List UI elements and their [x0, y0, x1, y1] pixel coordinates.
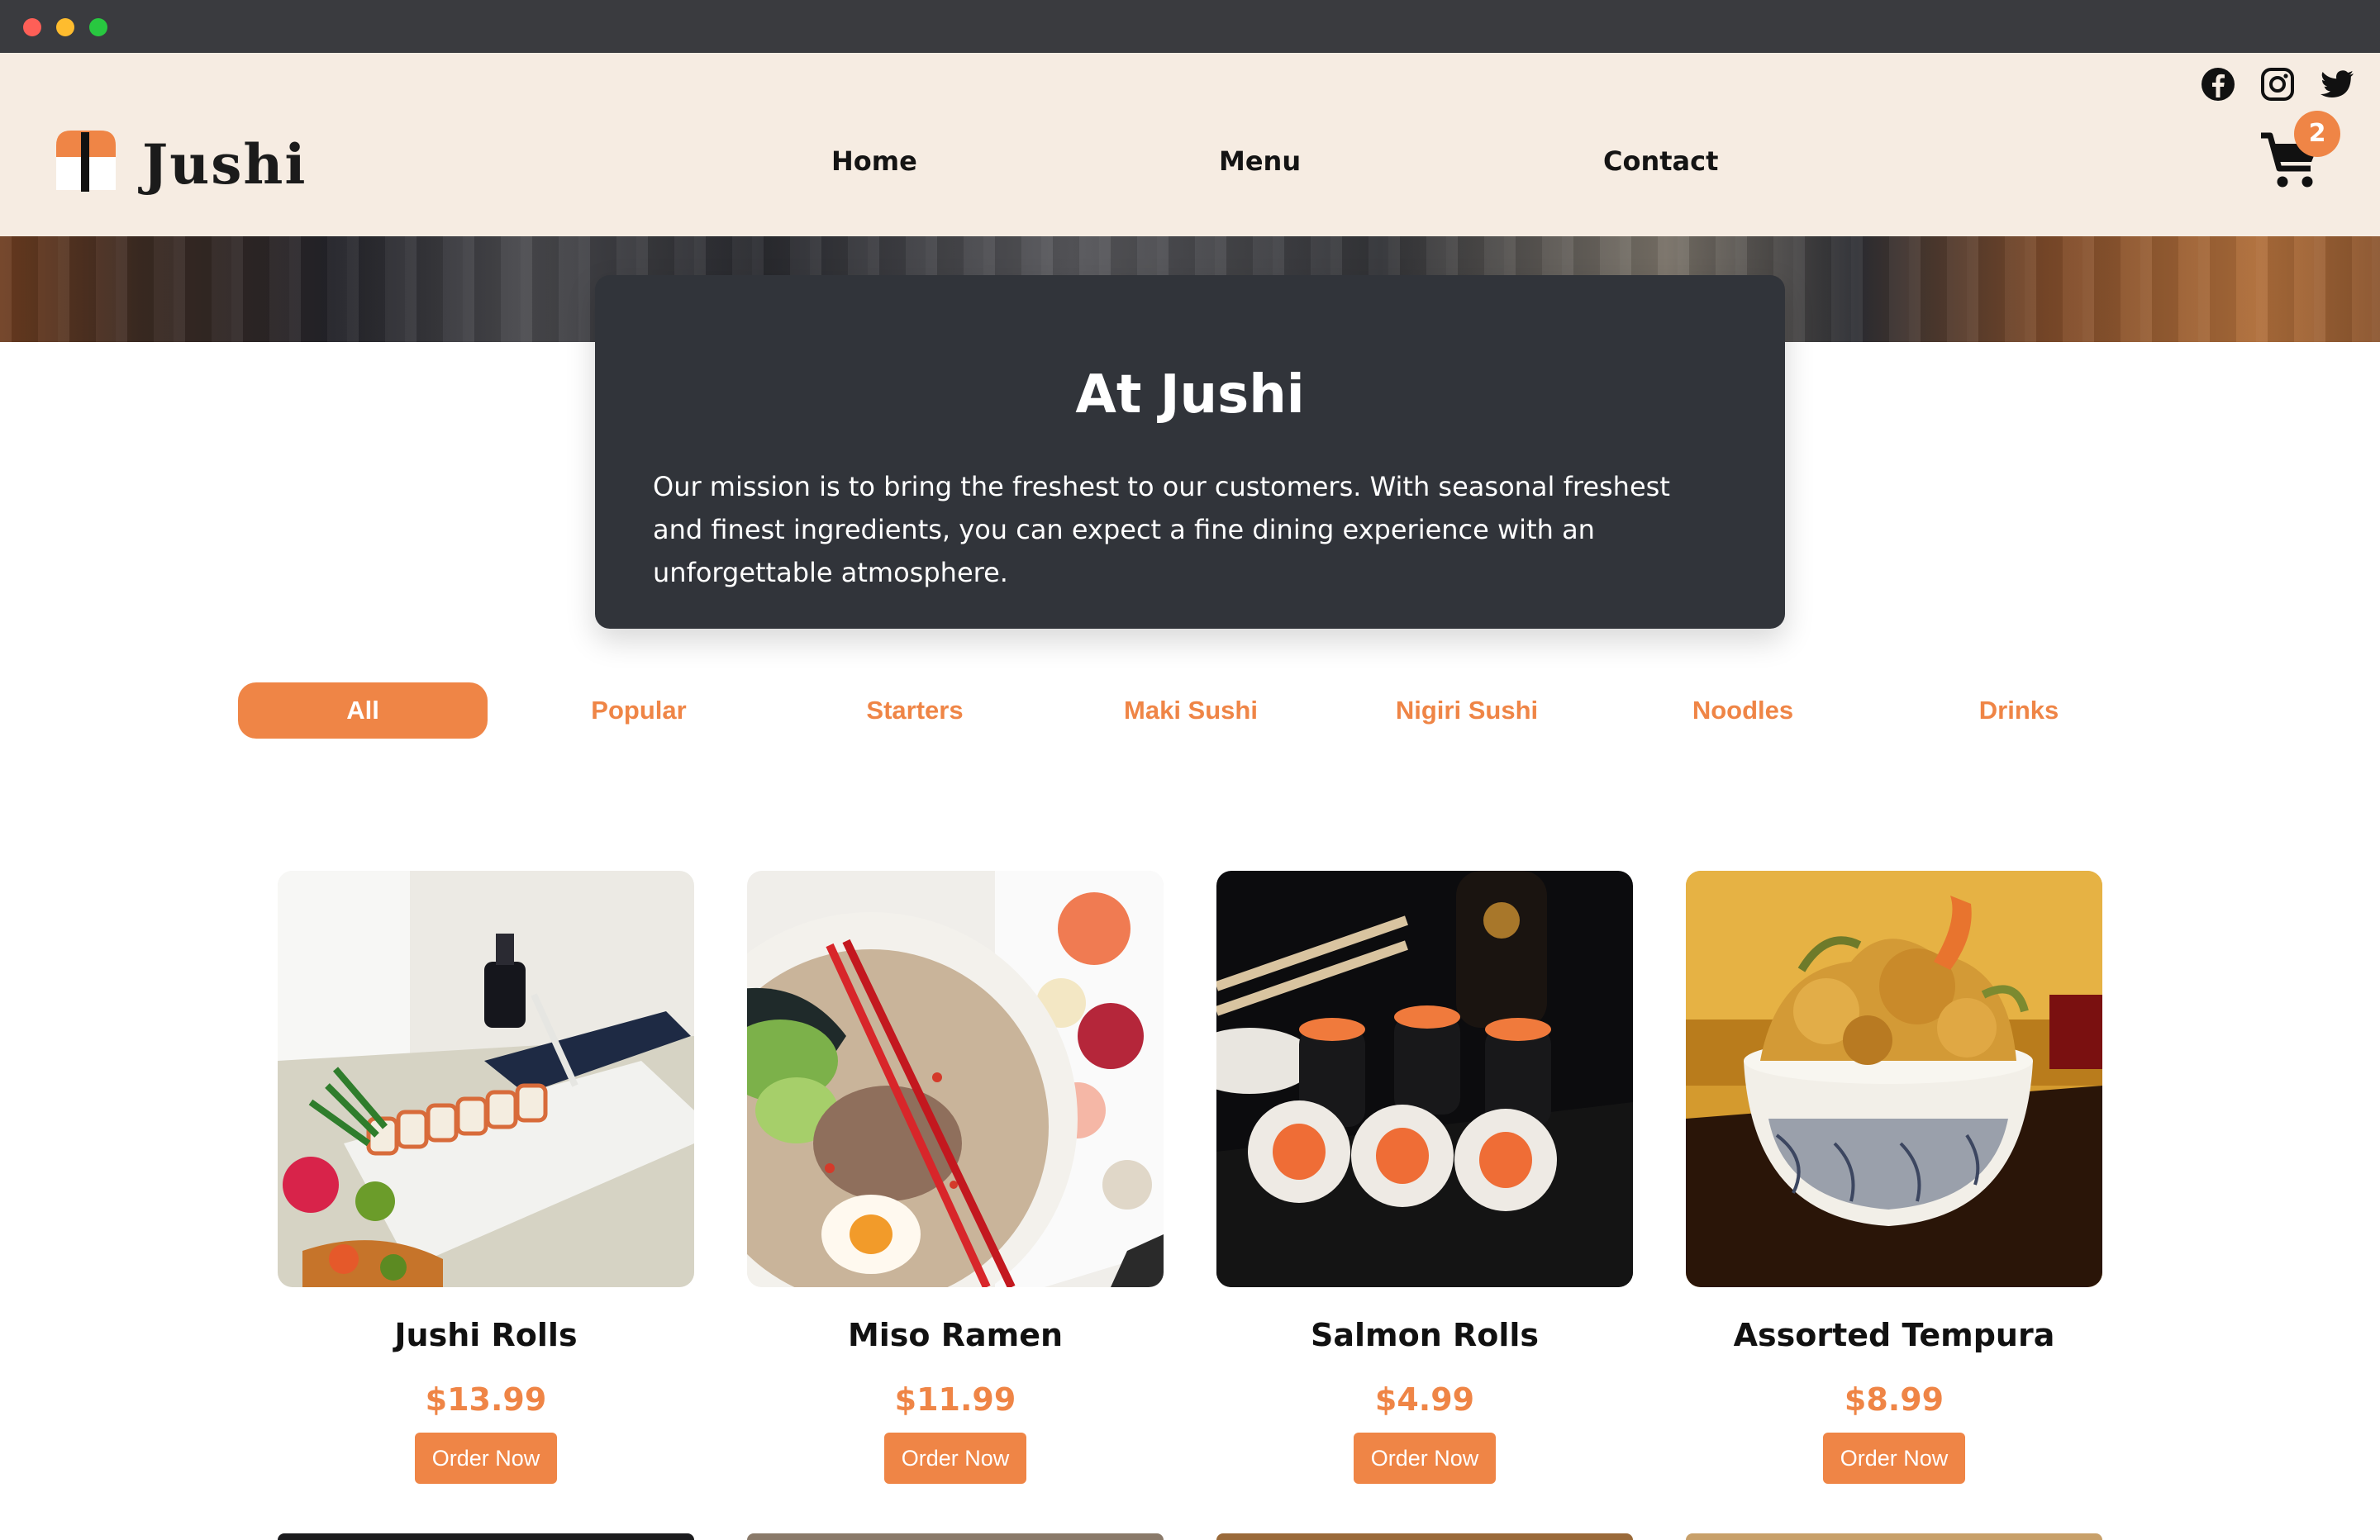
product-price: $8.99 — [1844, 1381, 1944, 1418]
close-window-button[interactable] — [23, 18, 41, 36]
order-now-button[interactable]: Order Now — [415, 1433, 557, 1484]
window-titlebar — [0, 0, 2380, 53]
product-image-assorted-tempura[interactable] — [1686, 871, 2102, 1287]
jushi-logo-icon[interactable] — [53, 127, 119, 193]
product-image-miso-ramen[interactable] — [747, 871, 1164, 1287]
filter-tab-all[interactable]: All — [238, 682, 488, 739]
product-image-next-row — [747, 1533, 1164, 1540]
order-now-button[interactable]: Order Now — [1823, 1433, 1965, 1484]
product-image-next-row — [1216, 1533, 1633, 1540]
filter-tab-popular[interactable]: Popular — [514, 682, 764, 739]
order-now-button[interactable]: Order Now — [884, 1433, 1026, 1484]
product-name: Salmon Rolls — [1310, 1317, 1540, 1353]
filter-tab-noodles[interactable]: Noodles — [1618, 682, 1868, 739]
product-image-salmon-rolls[interactable] — [1216, 871, 1633, 1287]
brand-name[interactable]: Jushi — [142, 132, 307, 197]
maximize-window-button[interactable] — [89, 18, 107, 36]
facebook-icon[interactable] — [2200, 66, 2236, 102]
about-card: At Jushi Our mission is to bring the fre… — [595, 275, 1785, 629]
about-description: Our mission is to bring the freshest to … — [653, 471, 1670, 588]
product-image-next-row — [1686, 1533, 2102, 1540]
twitter-icon[interactable] — [2319, 66, 2355, 102]
site-header: Jushi Home Menu Contact 2 — [0, 53, 2380, 236]
filter-tab-drinks[interactable]: Drinks — [1894, 682, 2144, 739]
product-image-next-row — [278, 1533, 694, 1540]
product-price: $11.99 — [894, 1381, 1016, 1418]
nav-home-link[interactable]: Home — [831, 145, 917, 177]
product-name: Miso Ramen — [847, 1317, 1064, 1353]
product-image-jushi-rolls[interactable] — [278, 871, 694, 1287]
filter-tab-starters[interactable]: Starters — [790, 682, 1040, 739]
page: Jushi Home Menu Contact 2 At Jushi Our m… — [0, 0, 2380, 1540]
order-now-button[interactable]: Order Now — [1354, 1433, 1496, 1484]
cart-count-badge: 2 — [2294, 111, 2340, 157]
filter-tab-nigiri-sushi[interactable]: Nigiri Sushi — [1342, 682, 1592, 739]
product-price: $13.99 — [425, 1381, 547, 1418]
nav-contact-link[interactable]: Contact — [1603, 145, 1718, 177]
minimize-window-button[interactable] — [56, 18, 74, 36]
product-price: $4.99 — [1374, 1381, 1475, 1418]
filter-tab-maki-sushi[interactable]: Maki Sushi — [1066, 682, 1316, 739]
product-name: Assorted Tempura — [1733, 1317, 2055, 1353]
about-title: At Jushi — [1075, 364, 1305, 425]
nav-menu-link[interactable]: Menu — [1219, 145, 1301, 177]
product-name: Jushi Rolls — [394, 1317, 578, 1353]
instagram-icon[interactable] — [2259, 66, 2296, 102]
